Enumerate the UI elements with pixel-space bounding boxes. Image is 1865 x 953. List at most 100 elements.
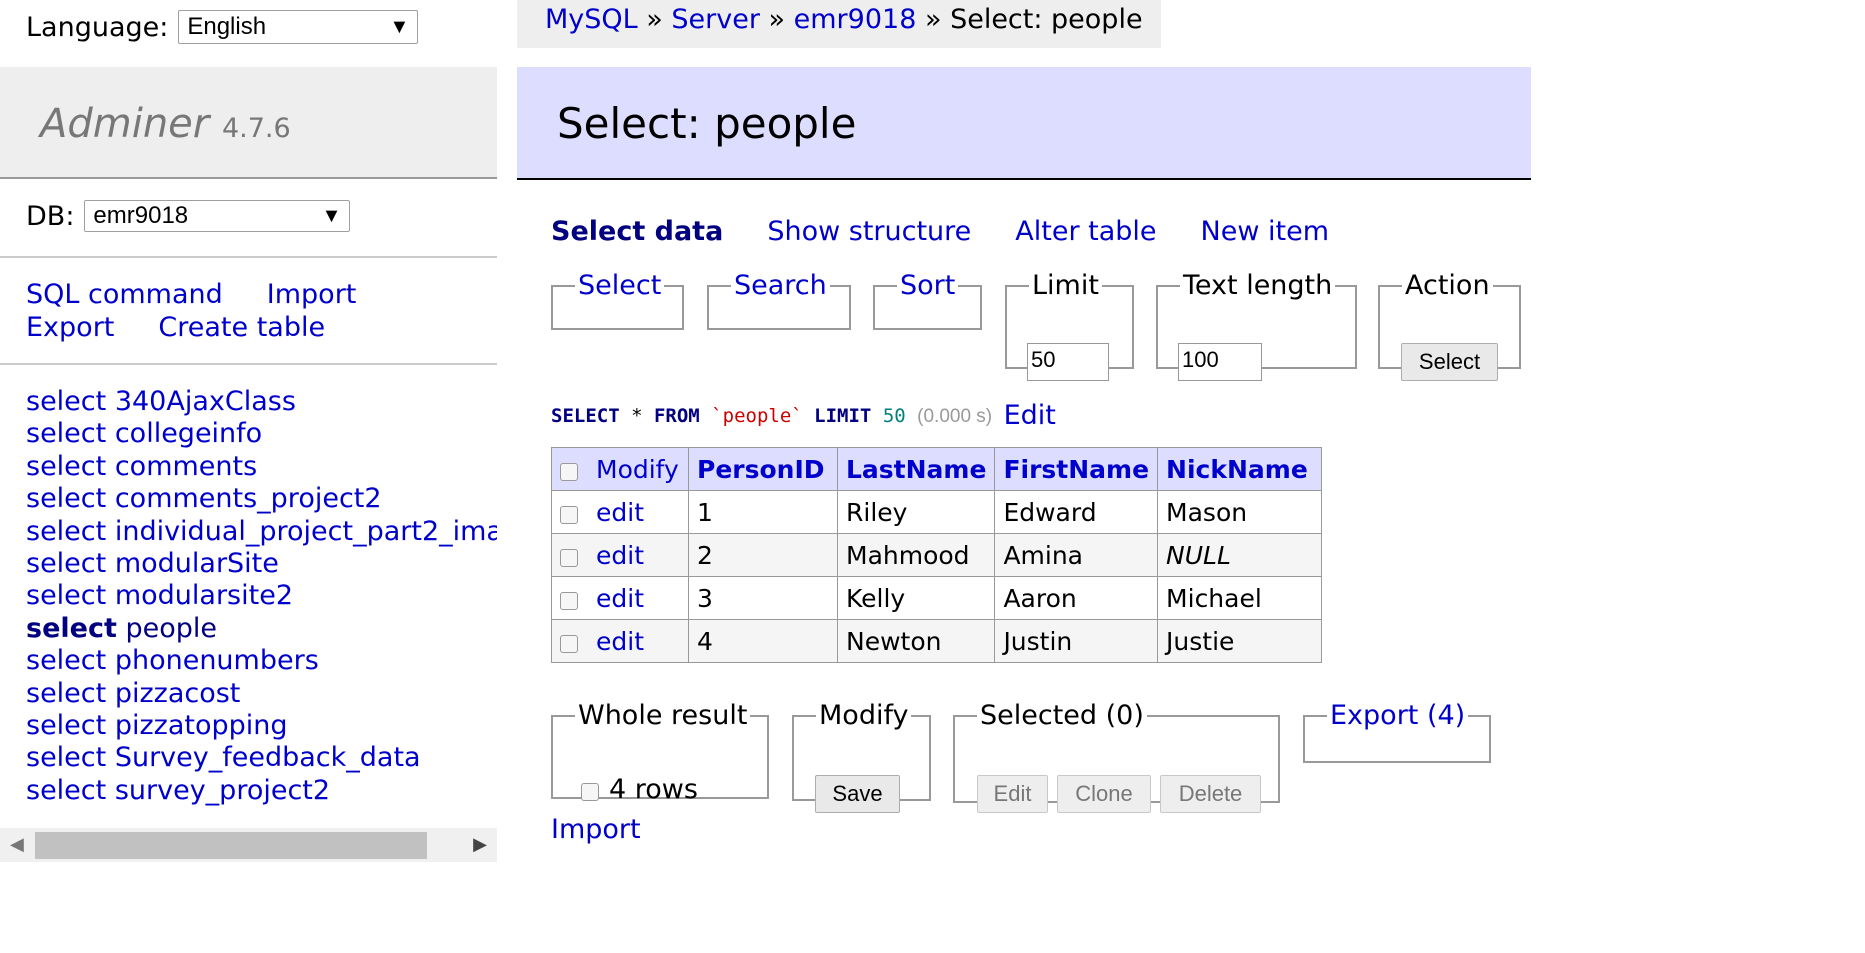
table-cell[interactable]: 3 [688,576,838,620]
row-actions-cell: edit [551,576,689,620]
table-cell[interactable]: 1 [688,490,838,534]
table-cell[interactable]: Kelly [836,576,996,620]
text-length-input[interactable]: 100 [1178,343,1262,381]
column-header-nickname[interactable]: NickName [1157,447,1323,491]
select-data-link[interactable]: Select data [551,216,723,247]
select-table-link[interactable]: select [26,710,106,741]
select-table-link[interactable]: select [26,516,106,547]
select-table-link[interactable]: select [26,678,106,709]
column-header-lastname[interactable]: LastName [836,447,996,491]
select-table-link[interactable]: select [26,645,106,676]
row-edit-link[interactable]: edit [596,584,644,613]
row-checkbox[interactable] [560,634,578,653]
create-table-link[interactable]: Create table [158,312,325,343]
row-edit-link[interactable]: edit [596,627,644,656]
table-structure-link[interactable]: phonenumbers [115,645,319,676]
row-edit-link[interactable]: edit [596,541,644,570]
limit-input[interactable]: 50 [1027,343,1109,381]
column-header-label: NickName [1166,454,1308,484]
select-table-link[interactable]: select [26,483,106,514]
table-cell[interactable]: Mason [1157,490,1323,534]
table-row: edit 1 Riley Edward Mason [551,490,1323,534]
row-checkbox[interactable] [560,591,578,610]
delete-selected-button[interactable]: Delete [1160,775,1261,813]
select-table-link[interactable]: select [26,451,106,482]
sidebar-horizontal-scrollbar[interactable]: ◀ ▶ [0,828,497,862]
import-data-link[interactable]: Import [551,814,641,845]
save-button[interactable]: Save [815,775,900,813]
language-selector: Language: English ▼ [26,10,419,44]
select-all-checkbox[interactable] [560,462,578,481]
show-structure-link[interactable]: Show structure [767,216,971,247]
modify-header-link[interactable]: Modify [596,455,679,484]
row-edit-link[interactable]: edit [596,498,644,527]
table-structure-link[interactable]: pizzatopping [115,710,288,741]
table-cell[interactable]: Mahmood [836,533,996,577]
table-cell[interactable]: Justie [1157,619,1323,663]
table-cell[interactable]: Aaron [994,576,1159,620]
select-table-link[interactable]: select [26,775,106,806]
table-structure-link[interactable]: collegeinfo [115,418,262,449]
table-cell[interactable]: 4 [688,619,838,663]
table-structure-link[interactable]: pizzacost [115,678,241,709]
scrollbar-thumb[interactable] [35,832,427,859]
table-structure-link[interactable]: 340AjaxClass [115,386,296,417]
select-table-link[interactable]: select [26,418,106,449]
table-structure-link[interactable]: comments [115,451,257,482]
row-actions-cell: edit [551,490,689,534]
scroll-left-icon[interactable]: ◀ [10,834,24,855]
table-cell[interactable]: 2 [688,533,838,577]
db-select[interactable]: emr9018 ▼ [84,200,351,232]
edit-query-link[interactable]: Edit [1004,400,1056,431]
import-link[interactable]: Import [267,279,357,310]
table-structure-link[interactable]: people [125,613,217,644]
table-structure-link[interactable]: modularSite [115,548,279,579]
row-checkbox[interactable] [560,505,578,524]
export-link[interactable]: Export [26,312,114,343]
select-columns-toggle[interactable]: Select [578,270,661,301]
table-structure-link[interactable]: Survey_feedback_data [115,742,421,773]
breadcrumb-mysql[interactable]: MySQL [545,4,638,35]
select-table-link[interactable]: select [26,548,106,579]
table-cell[interactable]: Edward [994,490,1159,534]
sort-toggle[interactable]: Sort [900,270,955,301]
scroll-right-icon[interactable]: ▶ [473,834,487,855]
clone-selected-button[interactable]: Clone [1057,775,1151,813]
breadcrumb-database[interactable]: emr9018 [794,4,917,35]
select-fieldset: Select [551,272,684,330]
column-header-firstname[interactable]: FirstName [994,447,1159,491]
language-selected-value: English [187,13,267,40]
table-cell[interactable]: Riley [836,490,996,534]
action-fieldset: Action Select [1378,272,1521,381]
table-structure-link[interactable]: survey_project2 [115,775,330,806]
row-checkbox[interactable] [560,548,578,567]
column-header-personid[interactable]: PersonID [688,447,838,491]
table-cell[interactable]: Newton [836,619,996,663]
whole-result-checkbox[interactable] [581,783,599,801]
table-cell[interactable]: NULL [1157,533,1323,577]
new-item-link[interactable]: New item [1201,216,1329,247]
select-submit-button[interactable]: Select [1401,343,1498,381]
whole-result-legend: Whole result [578,700,748,731]
select-table-link[interactable]: select [26,580,106,611]
table-cell[interactable]: Justin [994,619,1159,663]
sql-command-link[interactable]: SQL command [26,279,223,310]
language-select[interactable]: English ▼ [178,10,419,44]
select-table-link[interactable]: select [26,742,106,773]
select-table-link[interactable]: select [26,386,106,417]
page-header: Select: people [517,67,1531,180]
export-toggle[interactable]: Export (4) [1330,700,1465,731]
table-cell[interactable]: Michael [1157,576,1323,620]
row-actions-cell: edit [551,533,689,577]
query-time: (0.000 s) [917,406,993,427]
alter-table-link[interactable]: Alter table [1015,216,1156,247]
app-name-link[interactable]: Adminer [40,101,209,147]
table-structure-link[interactable]: modularsite2 [115,580,293,611]
table-structure-link[interactable]: individual_project_part2_ima [115,516,497,547]
table-structure-link[interactable]: comments_project2 [115,483,382,514]
select-table-link[interactable]: select [26,613,117,644]
search-toggle[interactable]: Search [734,270,827,301]
breadcrumb-server[interactable]: Server [671,4,760,35]
table-cell[interactable]: Amina [994,533,1159,577]
edit-selected-button[interactable]: Edit [977,775,1048,813]
